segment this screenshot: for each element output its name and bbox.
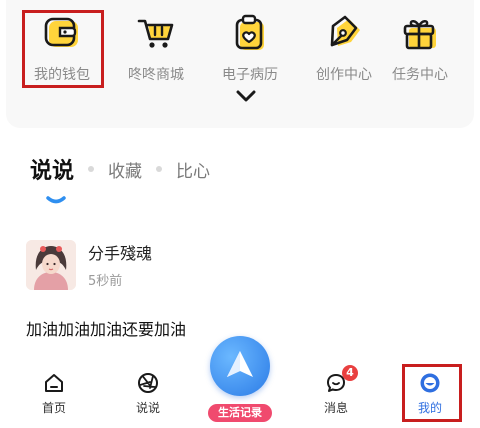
quick-action-label: 电子病历 [222, 67, 278, 83]
quick-action-label: 咚咚商城 [128, 67, 184, 83]
nav-label: 消息 [323, 401, 348, 415]
aperture-icon [137, 372, 159, 394]
life-record-button[interactable] [210, 336, 270, 396]
quick-action-label: 我的钱包 [34, 67, 90, 83]
quick-action-task-center[interactable]: 任务中心 [372, 0, 468, 88]
expand-chevron-icon[interactable] [234, 88, 258, 104]
post-timestamp: 5秒前 [88, 274, 123, 289]
wallet-icon [40, 12, 84, 56]
nav-label: 首页 [41, 401, 66, 415]
shopping-cart-icon [134, 12, 178, 56]
nav-item-home[interactable]: 首页 [24, 368, 84, 418]
tab-separator-dot [88, 166, 95, 172]
post-username[interactable]: 分手殘魂 [88, 240, 152, 264]
gift-icon [398, 12, 442, 56]
content-tabs: 说说 收藏 比心 [30, 152, 210, 186]
post-content[interactable]: 加油加油加油还要加油 [26, 316, 186, 340]
nav-label: 我的 [417, 401, 442, 415]
tab-bixin[interactable]: 比心 [176, 157, 210, 182]
quick-action-mall[interactable]: 咚咚商城 [108, 0, 204, 88]
home-icon [43, 372, 65, 394]
tab-separator-dot [156, 166, 163, 172]
nav-item-shuoshuo[interactable]: 说说 [118, 368, 178, 418]
paper-plane-icon [227, 351, 253, 377]
avatar[interactable] [26, 240, 76, 290]
tab-shuoshuo[interactable]: 说说 [30, 153, 74, 185]
quick-action-wallet[interactable]: 我的钱包 [14, 0, 110, 88]
nav-label: 说说 [135, 401, 160, 415]
pen-nib-icon [322, 12, 366, 56]
quick-action-medical-record[interactable]: 电子病历 [202, 0, 298, 88]
quick-action-label: 任务中心 [392, 67, 448, 83]
active-tab-indicator [46, 190, 66, 204]
nav-item-messages[interactable]: 4 消息 [306, 365, 366, 418]
nav-item-profile[interactable]: 我的 [400, 368, 460, 418]
unread-count-badge: 4 [342, 365, 358, 381]
life-record-tag[interactable]: 生活记录 [208, 404, 272, 422]
medical-record-icon [228, 12, 272, 56]
tab-favorites[interactable]: 收藏 [108, 157, 142, 182]
profile-icon [419, 372, 441, 394]
quick-actions-panel: 我的钱包 咚咚商城 电子病历 创作中心 任务中心 [6, 0, 474, 128]
